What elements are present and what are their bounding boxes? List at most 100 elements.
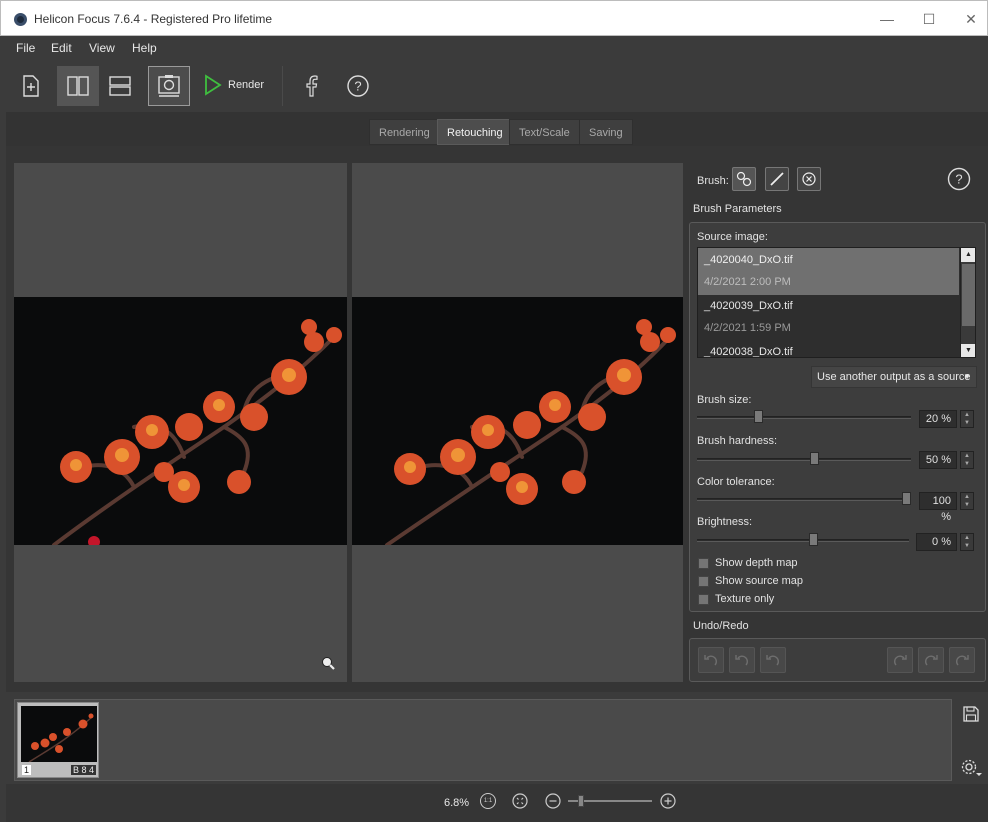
redo-multiple-icon (924, 655, 938, 666)
left-preview-pane[interactable] (14, 163, 347, 682)
show-depth-map-checkbox[interactable] (698, 558, 709, 569)
tab-rendering[interactable]: Rendering (369, 119, 440, 145)
dropdown-arrow-icon: ▼ (963, 372, 971, 381)
color-tolerance-slider-handle[interactable] (902, 492, 911, 505)
brush-size-slider-handle[interactable] (754, 410, 763, 423)
add-file-icon (23, 75, 39, 97)
brush-hardness-spinner[interactable]: ▲ ▼ (960, 451, 974, 469)
help-icon: ? (347, 75, 369, 97)
menu-bar: File Edit View Help (6, 36, 988, 60)
redo-icon (893, 655, 907, 666)
split-horizontal-button[interactable] (99, 66, 141, 106)
menu-help[interactable]: Help (132, 41, 157, 55)
show-source-map-checkbox[interactable] (698, 576, 709, 587)
panel-help-button[interactable]: ? (947, 167, 971, 191)
fit-to-window-button[interactable] (512, 793, 528, 809)
tab-retouching[interactable]: Retouching (437, 119, 513, 145)
menu-view[interactable]: View (89, 41, 115, 55)
render-button[interactable]: Render (204, 74, 264, 96)
brightness-slider-handle[interactable] (808, 533, 818, 546)
source-item-name[interactable]: _4020038_DxO.tif (704, 346, 793, 357)
scroll-down-icon[interactable]: ▼ (961, 344, 975, 357)
color-tolerance-spinner[interactable]: ▲ ▼ (960, 492, 974, 510)
source-item-date: 4/2/2021 1:59 PM (704, 322, 791, 334)
undo-multiple-button[interactable] (729, 647, 755, 673)
add-file-button[interactable] (10, 66, 52, 106)
right-preview-pane[interactable] (352, 163, 683, 682)
color-tolerance-label: Color tolerance: (697, 476, 775, 488)
tab-text-scale[interactable]: Text/Scale (509, 119, 580, 145)
scroll-up-icon[interactable]: ▲ (961, 248, 975, 262)
source-list-scrollbar[interactable]: ▲ ▼ (960, 248, 975, 357)
zoom-1-1-label: 1:1 (483, 798, 493, 804)
redo-button[interactable] (887, 647, 913, 673)
source-item-name[interactable]: _4020039_DxO.tif (704, 300, 793, 312)
color-tolerance-slider[interactable] (697, 498, 911, 501)
undo-button[interactable] (760, 647, 786, 673)
brush-erase-button[interactable] (797, 167, 821, 191)
brush-size-input[interactable]: 20 % (919, 410, 957, 428)
redo-all-button[interactable] (949, 647, 975, 673)
brightness-spinner[interactable]: ▲ ▼ (960, 533, 974, 551)
source-item-date: 4/2/2021 2:00 PM (704, 276, 791, 288)
flower-branch-image (52, 319, 342, 545)
zoom-1-1-button[interactable]: 1:1 (480, 793, 496, 809)
brush-parameters-heading: Brush Parameters (693, 203, 782, 215)
menu-edit[interactable]: Edit (51, 41, 72, 55)
source-image-list[interactable]: _4020040_DxO.tif 4/2/2021 2:00 PM _40200… (697, 247, 976, 358)
source-item-name[interactable]: _4020040_DxO.tif (704, 254, 793, 266)
redo-all-icon (955, 655, 969, 666)
toolbar: Render ? (6, 60, 988, 112)
help-button[interactable]: ? (337, 66, 379, 106)
undo-all-button[interactable] (698, 647, 724, 673)
zoom-slider-handle[interactable] (578, 795, 584, 807)
result-image (352, 297, 683, 545)
texture-only-label: Texture only (715, 593, 775, 605)
erase-circle-icon (802, 172, 816, 186)
minimize-button[interactable]: — (875, 9, 899, 29)
redo-multiple-button[interactable] (918, 647, 944, 673)
facebook-icon (306, 75, 318, 97)
split-horizontal-icon (109, 76, 131, 96)
save-icon (963, 706, 979, 722)
use-another-output-dropdown[interactable]: Use another output as a source ▼ (811, 366, 977, 388)
brush-hardness-input[interactable]: 50 % (919, 451, 957, 469)
split-vertical-button[interactable] (57, 66, 99, 106)
brush-label: Brush: (697, 175, 729, 187)
zoom-out-button[interactable] (545, 793, 561, 809)
zoom-level: 6.8% (444, 797, 470, 809)
app-logo-icon (14, 13, 27, 26)
menu-file[interactable]: File (16, 41, 35, 55)
scroll-thumb[interactable] (962, 264, 975, 326)
tab-saving[interactable]: Saving (579, 119, 633, 145)
use-another-output-label: Use another output as a source (817, 371, 971, 383)
facebook-button[interactable] (291, 66, 333, 106)
brush-hardness-slider-handle[interactable] (809, 452, 819, 465)
brightness-label: Brightness: (697, 516, 753, 528)
source-image-label: Source image: (697, 231, 768, 243)
help-icon: ? (947, 167, 971, 191)
save-filmstrip-button[interactable] (962, 705, 980, 723)
close-button[interactable]: ✕ (959, 9, 983, 29)
zoom-out-icon (545, 793, 561, 809)
brush-hardness-slider[interactable] (697, 458, 911, 461)
filmstrip-thumbnail[interactable]: 1 B 8 4 (17, 702, 99, 778)
texture-only-checkbox[interactable] (698, 594, 709, 605)
brightness-input[interactable]: 0 % (916, 533, 957, 551)
camera-button[interactable] (148, 66, 190, 106)
svg-text:?: ? (955, 172, 962, 187)
brush-paint-button[interactable] (765, 167, 789, 191)
color-tolerance-input[interactable]: 100 % (919, 492, 957, 523)
zoom-in-button[interactable] (660, 793, 676, 809)
render-play-icon (205, 74, 222, 96)
brush-clone-button[interactable] (732, 167, 756, 191)
undo-redo-heading: Undo/Redo (693, 620, 749, 632)
zoom-magnifier-icon[interactable] (321, 656, 335, 670)
settings-button[interactable] (960, 758, 982, 778)
maximize-button[interactable]: ☐ (917, 9, 941, 29)
brush-size-slider[interactable] (697, 416, 911, 419)
brush-size-spinner[interactable]: ▲ ▼ (960, 410, 974, 428)
filmstrip[interactable]: 1 B 8 4 (14, 699, 952, 781)
undo-icon (766, 655, 780, 666)
brightness-slider[interactable] (697, 539, 909, 542)
